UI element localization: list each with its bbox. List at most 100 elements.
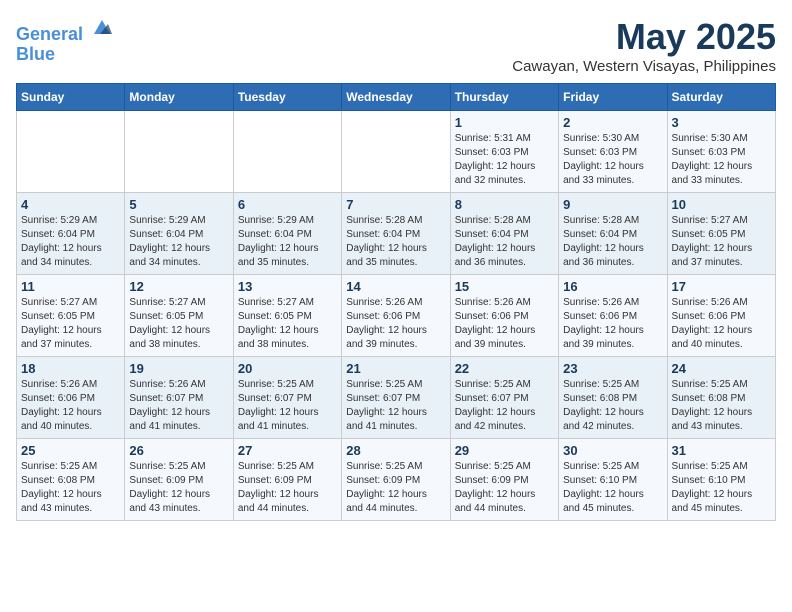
day-info: Sunrise: 5:29 AM Sunset: 6:04 PM Dayligh…	[238, 214, 337, 270]
day-number: 4	[21, 197, 120, 212]
calendar-header: SundayMondayTuesdayWednesdayThursdayFrid…	[17, 84, 776, 111]
day-number: 15	[455, 279, 554, 294]
day-number: 26	[129, 443, 228, 458]
week-row-2: 11 Sunrise: 5:27 AM Sunset: 6:05 PM Dayli…	[17, 275, 776, 357]
day-cell: 11 Sunrise: 5:27 AM Sunset: 6:05 PM Dayli…	[17, 275, 125, 357]
day-cell: 17Sunrise: 5:26 AM Sunset: 6:06 PM Dayli…	[667, 275, 775, 357]
day-info: Sunrise: 5:27 AM Sunset: 6:05 PM Dayligh…	[672, 214, 771, 270]
day-info: Sunrise: 5:25 AM Sunset: 6:08 PM Dayligh…	[672, 378, 771, 434]
day-number: 6	[238, 197, 337, 212]
day-number: 12	[129, 279, 228, 294]
day-cell: 18 Sunrise: 5:26 AM Sunset: 6:06 PM Dayli…	[17, 357, 125, 439]
week-row-1: 4 Sunrise: 5:29 AM Sunset: 6:04 PM Daylig…	[17, 193, 776, 275]
day-cell: 14Sunrise: 5:26 AM Sunset: 6:06 PM Dayli…	[342, 275, 450, 357]
header-cell-saturday: Saturday	[667, 84, 775, 111]
day-info: Sunrise: 5:30 AM Sunset: 6:03 PM Dayligh…	[672, 132, 771, 188]
day-number: 24	[672, 361, 771, 376]
day-cell: 5 Sunrise: 5:29 AM Sunset: 6:04 PM Daylig…	[125, 193, 233, 275]
day-info: Sunrise: 5:31 AM Sunset: 6:03 PM Dayligh…	[455, 132, 554, 188]
day-number: 9	[563, 197, 662, 212]
day-number: 11	[21, 279, 120, 294]
day-number: 25	[21, 443, 120, 458]
day-number: 16	[563, 279, 662, 294]
day-number: 19	[129, 361, 228, 376]
day-number: 20	[238, 361, 337, 376]
day-cell	[233, 111, 341, 193]
day-cell	[17, 111, 125, 193]
day-info: Sunrise: 5:25 AM Sunset: 6:09 PM Dayligh…	[455, 460, 554, 516]
day-info: Sunrise: 5:30 AM Sunset: 6:03 PM Dayligh…	[563, 132, 662, 188]
day-cell: 28Sunrise: 5:25 AM Sunset: 6:09 PM Dayli…	[342, 439, 450, 521]
header-cell-sunday: Sunday	[17, 84, 125, 111]
day-cell: 22 Sunrise: 5:25 AM Sunset: 6:07 PM Dayli…	[450, 357, 558, 439]
day-number: 14	[346, 279, 445, 294]
day-info: Sunrise: 5:26 AM Sunset: 6:06 PM Dayligh…	[21, 378, 120, 434]
day-cell: 3 Sunrise: 5:30 AM Sunset: 6:03 PM Daylig…	[667, 111, 775, 193]
day-cell: 20Sunrise: 5:25 AM Sunset: 6:07 PM Dayli…	[233, 357, 341, 439]
day-info: Sunrise: 5:29 AM Sunset: 6:04 PM Dayligh…	[129, 214, 228, 270]
day-info: Sunrise: 5:25 AM Sunset: 6:10 PM Dayligh…	[563, 460, 662, 516]
day-cell: 24 Sunrise: 5:25 AM Sunset: 6:08 PM Dayli…	[667, 357, 775, 439]
logo-icon	[90, 16, 114, 40]
month-title: May 2025	[512, 16, 776, 58]
day-info: Sunrise: 5:25 AM Sunset: 6:08 PM Dayligh…	[563, 378, 662, 434]
day-number: 8	[455, 197, 554, 212]
day-info: Sunrise: 5:25 AM Sunset: 6:07 PM Dayligh…	[346, 378, 445, 434]
week-row-3: 18 Sunrise: 5:26 AM Sunset: 6:06 PM Dayli…	[17, 357, 776, 439]
day-number: 28	[346, 443, 445, 458]
day-number: 22	[455, 361, 554, 376]
day-number: 7	[346, 197, 445, 212]
day-cell: 12 Sunrise: 5:27 AM Sunset: 6:05 PM Dayli…	[125, 275, 233, 357]
location-title: Cawayan, Western Visayas, Philippines	[512, 58, 776, 75]
day-cell: 27 Sunrise: 5:25 AM Sunset: 6:09 PM Dayli…	[233, 439, 341, 521]
day-cell: 4 Sunrise: 5:29 AM Sunset: 6:04 PM Daylig…	[17, 193, 125, 275]
day-info: Sunrise: 5:29 AM Sunset: 6:04 PM Dayligh…	[21, 214, 120, 270]
header-cell-friday: Friday	[559, 84, 667, 111]
day-cell: 13 Sunrise: 5:27 AM Sunset: 6:05 PM Dayli…	[233, 275, 341, 357]
day-cell: 26 Sunrise: 5:25 AM Sunset: 6:09 PM Dayli…	[125, 439, 233, 521]
day-cell: 30 Sunrise: 5:25 AM Sunset: 6:10 PM Dayli…	[559, 439, 667, 521]
day-cell: 29 Sunrise: 5:25 AM Sunset: 6:09 PM Dayli…	[450, 439, 558, 521]
day-number: 27	[238, 443, 337, 458]
day-info: Sunrise: 5:27 AM Sunset: 6:05 PM Dayligh…	[238, 296, 337, 352]
day-cell	[125, 111, 233, 193]
day-number: 5	[129, 197, 228, 212]
day-number: 3	[672, 115, 771, 130]
calendar-table: SundayMondayTuesdayWednesdayThursdayFrid…	[16, 83, 776, 521]
day-cell: 19 Sunrise: 5:26 AM Sunset: 6:07 PM Dayli…	[125, 357, 233, 439]
day-number: 23	[563, 361, 662, 376]
day-number: 31	[672, 443, 771, 458]
day-info: Sunrise: 5:25 AM Sunset: 6:10 PM Dayligh…	[672, 460, 771, 516]
day-info: Sunrise: 5:28 AM Sunset: 6:04 PM Dayligh…	[563, 214, 662, 270]
title-area: May 2025 Cawayan, Western Visayas, Phili…	[512, 16, 776, 75]
day-number: 18	[21, 361, 120, 376]
day-cell	[342, 111, 450, 193]
day-info: Sunrise: 5:27 AM Sunset: 6:05 PM Dayligh…	[129, 296, 228, 352]
header-row: SundayMondayTuesdayWednesdayThursdayFrid…	[17, 84, 776, 111]
week-row-0: 1Sunrise: 5:31 AM Sunset: 6:03 PM Daylig…	[17, 111, 776, 193]
day-cell: 1Sunrise: 5:31 AM Sunset: 6:03 PM Daylig…	[450, 111, 558, 193]
day-info: Sunrise: 5:26 AM Sunset: 6:07 PM Dayligh…	[129, 378, 228, 434]
day-cell: 21Sunrise: 5:25 AM Sunset: 6:07 PM Dayli…	[342, 357, 450, 439]
day-cell: 25Sunrise: 5:25 AM Sunset: 6:08 PM Dayli…	[17, 439, 125, 521]
header: General Blue May 2025 Cawayan, Western V…	[16, 16, 776, 75]
logo: General Blue	[16, 16, 114, 65]
day-info: Sunrise: 5:25 AM Sunset: 6:09 PM Dayligh…	[238, 460, 337, 516]
day-number: 2	[563, 115, 662, 130]
day-cell: 9 Sunrise: 5:28 AM Sunset: 6:04 PM Daylig…	[559, 193, 667, 275]
day-cell: 6 Sunrise: 5:29 AM Sunset: 6:04 PM Daylig…	[233, 193, 341, 275]
header-cell-monday: Monday	[125, 84, 233, 111]
day-info: Sunrise: 5:25 AM Sunset: 6:07 PM Dayligh…	[455, 378, 554, 434]
day-cell: 10 Sunrise: 5:27 AM Sunset: 6:05 PM Dayli…	[667, 193, 775, 275]
header-cell-thursday: Thursday	[450, 84, 558, 111]
logo-blue-text: Blue	[16, 45, 114, 65]
day-number: 10	[672, 197, 771, 212]
header-cell-tuesday: Tuesday	[233, 84, 341, 111]
day-cell: 2 Sunrise: 5:30 AM Sunset: 6:03 PM Daylig…	[559, 111, 667, 193]
day-number: 13	[238, 279, 337, 294]
day-number: 30	[563, 443, 662, 458]
day-number: 29	[455, 443, 554, 458]
calendar-body: 1Sunrise: 5:31 AM Sunset: 6:03 PM Daylig…	[17, 111, 776, 521]
day-info: Sunrise: 5:27 AM Sunset: 6:05 PM Dayligh…	[21, 296, 120, 352]
day-info: Sunrise: 5:25 AM Sunset: 6:09 PM Dayligh…	[129, 460, 228, 516]
